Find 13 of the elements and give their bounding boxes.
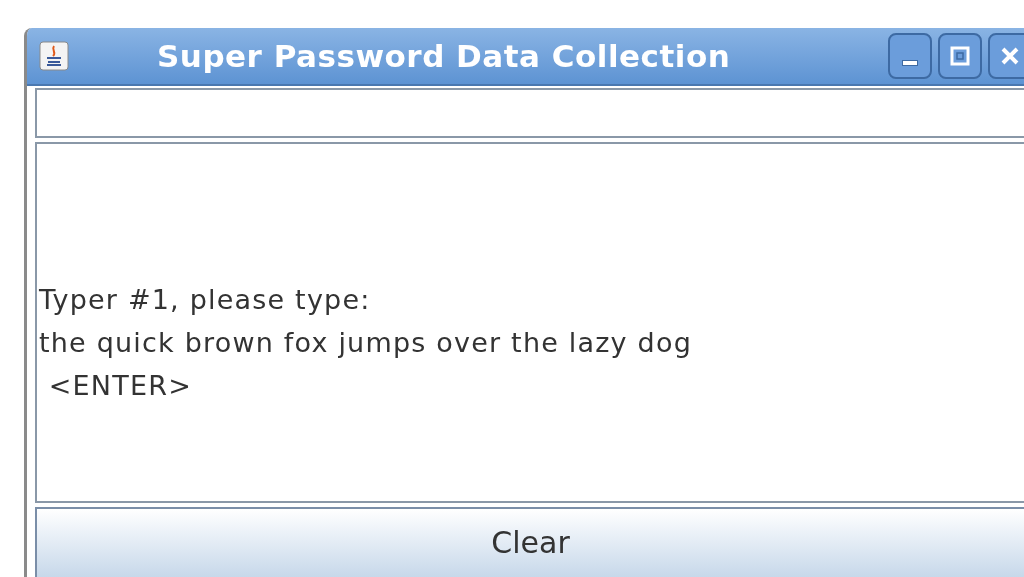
message-line: the quick brown fox jumps over the lazy dog: [39, 326, 693, 360]
maximize-button[interactable]: [938, 33, 982, 79]
minimize-button[interactable]: [888, 33, 932, 79]
java-cup-icon: [39, 41, 69, 71]
window-title: Super Password Data Collection: [157, 36, 731, 76]
close-icon: [1000, 46, 1020, 66]
clear-button[interactable]: Clear: [35, 507, 1024, 577]
text-input-field[interactable]: [35, 88, 1024, 138]
maximize-icon: [950, 46, 970, 66]
message-line: Typer #1, please type:: [39, 283, 372, 317]
minimize-icon: [902, 60, 918, 66]
close-button[interactable]: [988, 33, 1024, 79]
message-line: <ENTER>: [47, 369, 193, 403]
